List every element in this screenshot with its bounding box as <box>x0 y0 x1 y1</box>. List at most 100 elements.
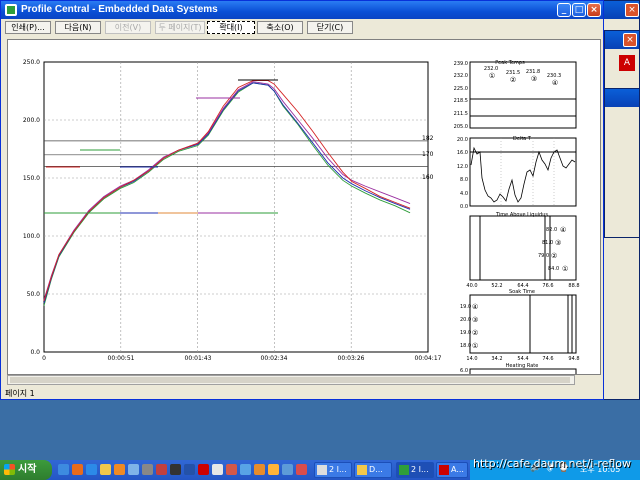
soak-x-tick: 74.6 <box>542 356 553 362</box>
taskbar-item[interactable]: 2 I... <box>314 462 352 478</box>
delta-t-frame <box>469 137 577 207</box>
delta-y-tick: 8.0 <box>460 177 468 183</box>
liquidus-x-tick: 88.8 <box>568 283 579 289</box>
maximize-icon[interactable]: □ <box>572 3 586 17</box>
main-chart-frame <box>43 61 429 353</box>
liquidus-value: 79.0 <box>538 253 549 259</box>
delta-y-tick: 16.0 <box>457 150 468 156</box>
liquidus-value: 82.0 <box>546 227 557 233</box>
taskbar-item[interactable]: A... <box>436 462 468 478</box>
soak-value: 20.0 <box>460 317 471 323</box>
quicklaunch-folder-icon[interactable] <box>100 464 111 475</box>
quicklaunch-app-icon[interactable] <box>128 464 139 475</box>
page-indicator: 페이지 1 <box>5 389 35 398</box>
close-icon[interactable]: × <box>587 3 601 17</box>
x-tick-label: 00:01:43 <box>185 355 212 362</box>
task-folder-icon <box>357 465 367 475</box>
watermark-text: http://cafe.daum.net/i-reflow <box>473 457 632 470</box>
peak-y-tick: 205.0 <box>454 124 468 130</box>
minimize-icon[interactable]: _ <box>557 3 571 17</box>
x-tick-label: 00:00:51 <box>108 355 135 362</box>
peak-channel-marker: ③ <box>531 75 537 83</box>
status-bar: 페이지 1 <box>1 387 603 399</box>
taskbar-item-active[interactable]: 2 I... <box>396 462 434 478</box>
windows-logo-icon <box>4 464 15 475</box>
horizontal-scrollbar[interactable] <box>7 375 575 385</box>
close-button[interactable]: 닫기(C) <box>307 21 353 34</box>
quicklaunch-adobe-icon[interactable] <box>198 464 209 475</box>
quicklaunch-app-icon[interactable] <box>282 464 293 475</box>
liquidus-x-tick: 76.6 <box>542 283 553 289</box>
background-2-close-icon[interactable]: × <box>623 33 637 47</box>
print-preview-window: Profile Central - Embedded Data Systems … <box>0 0 604 400</box>
peak-y-tick: 232.0 <box>454 73 468 79</box>
quicklaunch-browser-icon[interactable] <box>58 464 69 475</box>
liquidus-value: 81.0 <box>542 240 553 246</box>
quicklaunch-media-icon[interactable] <box>114 464 125 475</box>
preview-toolbar: 인쇄(P)... 다음(N) 이전(V) 두 페이지(T) 확대(I) 축소(O… <box>1 19 603 37</box>
adobe-icon[interactable]: A <box>619 55 635 71</box>
taskbar-item[interactable]: D... <box>354 462 392 478</box>
background-window-2: × A <box>604 30 640 90</box>
peak-channel-marker: ① <box>489 72 495 80</box>
title-bar[interactable]: Profile Central - Embedded Data Systems … <box>1 1 603 19</box>
quicklaunch-app-icon[interactable] <box>226 464 237 475</box>
delta-t-title: Delta T <box>513 136 532 142</box>
previous-page-button[interactable]: 이전(V) <box>105 21 151 34</box>
quicklaunch-app-icon[interactable] <box>184 464 195 475</box>
window-title: Profile Central - Embedded Data Systems <box>21 4 218 15</box>
start-label: 시작 <box>18 464 37 475</box>
main-chart-grid <box>44 62 428 352</box>
background-close-icon[interactable]: × <box>625 3 639 17</box>
task-app-icon <box>399 465 409 475</box>
print-button[interactable]: 인쇄(P)... <box>5 21 51 34</box>
y-tick-label: 0.0 <box>30 349 40 356</box>
quicklaunch-app-icon[interactable] <box>142 464 153 475</box>
delta-y-tick: 20.0 <box>457 137 468 143</box>
quicklaunch-app-icon[interactable] <box>170 464 181 475</box>
peak-temps-title: Peak Temps <box>495 60 525 66</box>
quicklaunch-app-icon[interactable] <box>254 464 265 475</box>
task-window-icon <box>317 465 327 475</box>
main-chart-x-axis: 0 00:00:51 00:01:43 00:02:34 00:03:26 00… <box>42 355 442 362</box>
quicklaunch-ie-icon[interactable] <box>86 464 97 475</box>
quicklaunch-app-icon[interactable] <box>268 464 279 475</box>
y-tick-label: 200.0 <box>23 117 40 124</box>
x-tick-label: 00:03:26 <box>338 355 365 362</box>
soak-time-frame <box>469 294 577 354</box>
soak-x-tick: 34.2 <box>491 356 502 362</box>
quicklaunch-app-icon[interactable] <box>296 464 307 475</box>
scrollbar-thumb[interactable] <box>10 377 570 383</box>
zoom-in-button[interactable]: 확대(I) <box>207 21 255 34</box>
peak-y-tick: 218.5 <box>454 98 468 104</box>
reference-label-182: 182 <box>422 135 434 142</box>
next-page-button[interactable]: 다음(N) <box>55 21 101 34</box>
start-button[interactable]: 시작 <box>0 460 52 480</box>
delta-y-tick: 12.0 <box>457 164 468 170</box>
y-tick-label: 250.0 <box>23 59 40 66</box>
background-window-3-titlebar <box>605 89 639 107</box>
liquidus-channel-marker: ② <box>551 252 557 260</box>
peak-channel-marker: ② <box>510 76 516 84</box>
quicklaunch-app-icon[interactable] <box>212 464 223 475</box>
soak-channel-marker: ② <box>472 329 478 337</box>
liquidus-channel-marker: ④ <box>560 226 566 234</box>
preview-svg: 250.0 200.0 150.0 100.0 50.0 0.0 0 00:00… <box>23 59 580 376</box>
series-line-4 <box>43 80 411 302</box>
soak-value: 19.0 <box>460 304 471 310</box>
soak-channel-marker: ① <box>472 342 478 350</box>
two-page-button[interactable]: 두 페이지(T) <box>155 21 205 34</box>
background-window-3 <box>604 88 640 238</box>
liquidus-value: 84.0 <box>548 266 559 272</box>
task-label: 2 I... <box>411 465 429 474</box>
y-tick-label: 50.0 <box>27 291 41 298</box>
quicklaunch-app-icon[interactable] <box>240 464 251 475</box>
heating-rate-frame <box>469 368 577 376</box>
series-line-1 <box>43 82 411 306</box>
quicklaunch-app-icon[interactable] <box>156 464 167 475</box>
heating-rate-first-tick: 6.0 <box>460 368 468 374</box>
peak-temps-panel: Peak Temps 239.0 232.0 225.0 218.5 211.5… <box>454 60 577 130</box>
quicklaunch-firefox-icon[interactable] <box>72 464 83 475</box>
soak-value: 18.0 <box>460 343 471 349</box>
zoom-out-button[interactable]: 축소(O) <box>257 21 303 34</box>
